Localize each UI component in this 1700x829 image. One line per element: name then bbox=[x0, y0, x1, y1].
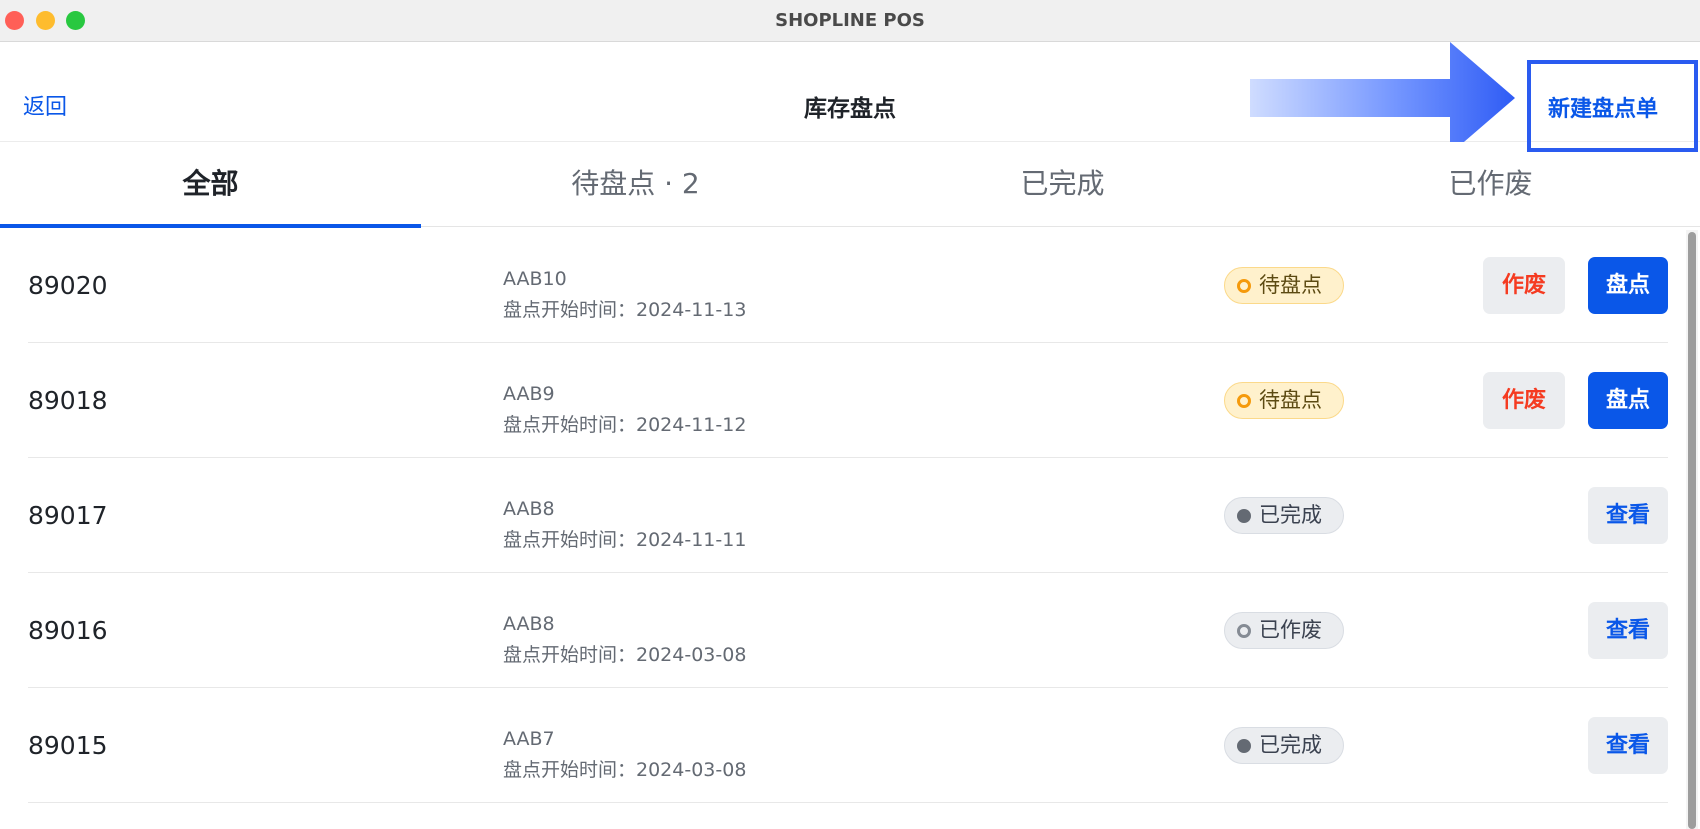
status-badge: 已完成 bbox=[1224, 497, 1344, 534]
stocktake-id: 89020 bbox=[28, 271, 108, 300]
view-button[interactable]: 查看 bbox=[1588, 602, 1668, 659]
tab-label: 全部 bbox=[182, 167, 239, 200]
count-button[interactable]: 盘点 bbox=[1588, 257, 1668, 314]
stocktake-start-date: 盘点开始时间：2024-03-08 bbox=[503, 644, 747, 666]
status-tabs: 全部 待盘点 · 2 已完成 已作废 bbox=[0, 142, 1700, 228]
tab-label: 已完成 bbox=[1020, 167, 1105, 200]
stocktake-code: AAB7 bbox=[503, 728, 555, 750]
status-dot-icon bbox=[1237, 739, 1251, 753]
scrollbar[interactable] bbox=[1686, 230, 1698, 829]
stocktake-start-date: 盘点开始时间：2024-11-12 bbox=[503, 414, 747, 436]
status-badge: 已作废 bbox=[1224, 612, 1344, 649]
tab-label: 待盘点 · 2 bbox=[571, 167, 700, 200]
status-badge: 待盘点 bbox=[1224, 267, 1344, 304]
stocktake-id: 89015 bbox=[28, 731, 108, 760]
list-item[interactable]: 89018 AAB9 盘点开始时间：2024-11-12 待盘点 作废 盘点 bbox=[28, 343, 1668, 458]
page-header: 返回 库存盘点 新建盘点单 bbox=[0, 42, 1700, 152]
scrollbar-thumb[interactable] bbox=[1688, 232, 1696, 829]
status-label: 已完成 bbox=[1259, 503, 1322, 527]
stocktake-code: AAB8 bbox=[503, 498, 555, 520]
status-label: 已完成 bbox=[1259, 733, 1322, 757]
list-item[interactable]: 89015 AAB7 盘点开始时间：2024-03-08 已完成 查看 bbox=[28, 688, 1668, 803]
status-dot-icon bbox=[1237, 624, 1251, 638]
back-button[interactable]: 返回 bbox=[23, 89, 67, 121]
stocktake-start-date: 盘点开始时间：2024-03-08 bbox=[503, 759, 747, 781]
tab-voided[interactable]: 已作废 bbox=[1280, 142, 1700, 227]
stocktake-id: 89017 bbox=[28, 501, 108, 530]
tab-completed[interactable]: 已完成 bbox=[852, 142, 1273, 227]
status-label: 已作废 bbox=[1259, 618, 1322, 642]
status-dot-icon bbox=[1237, 279, 1251, 293]
stocktake-code: AAB9 bbox=[503, 383, 555, 405]
window-title: SHOPLINE POS bbox=[775, 10, 925, 31]
stocktake-id: 89016 bbox=[28, 616, 108, 645]
stocktake-list: 89020 AAB10 盘点开始时间：2024-11-13 待盘点 作废 盘点 … bbox=[0, 228, 1684, 829]
stocktake-id: 89018 bbox=[28, 386, 108, 415]
stocktake-code: AAB8 bbox=[503, 613, 555, 635]
window-titlebar: SHOPLINE POS bbox=[0, 0, 1700, 42]
status-badge: 待盘点 bbox=[1224, 382, 1344, 419]
tab-all[interactable]: 全部 bbox=[0, 142, 421, 228]
status-dot-icon bbox=[1237, 394, 1251, 408]
list-item[interactable]: 89017 AAB8 盘点开始时间：2024-11-11 已完成 查看 bbox=[28, 458, 1668, 573]
status-label: 待盘点 bbox=[1259, 388, 1322, 412]
stocktake-start-date: 盘点开始时间：2024-11-11 bbox=[503, 529, 747, 551]
status-label: 待盘点 bbox=[1259, 273, 1322, 297]
status-badge: 已完成 bbox=[1224, 727, 1344, 764]
tab-label: 已作废 bbox=[1448, 167, 1533, 200]
list-item[interactable]: 89016 AAB8 盘点开始时间：2024-03-08 已作废 查看 bbox=[28, 573, 1668, 688]
stocktake-code: AAB10 bbox=[503, 268, 567, 290]
tab-pending[interactable]: 待盘点 · 2 bbox=[425, 142, 846, 227]
count-button[interactable]: 盘点 bbox=[1588, 372, 1668, 429]
list-item[interactable]: 89020 AAB10 盘点开始时间：2024-11-13 待盘点 作废 盘点 bbox=[28, 228, 1668, 343]
new-stocktake-button[interactable]: 新建盘点单 bbox=[1548, 91, 1658, 123]
view-button[interactable]: 查看 bbox=[1588, 717, 1668, 774]
arrow-right-icon bbox=[1250, 42, 1515, 142]
stocktake-start-date: 盘点开始时间：2024-11-13 bbox=[503, 299, 747, 321]
void-button[interactable]: 作废 bbox=[1483, 372, 1565, 429]
view-button[interactable]: 查看 bbox=[1588, 487, 1668, 544]
status-dot-icon bbox=[1237, 509, 1251, 523]
void-button[interactable]: 作废 bbox=[1483, 257, 1565, 314]
